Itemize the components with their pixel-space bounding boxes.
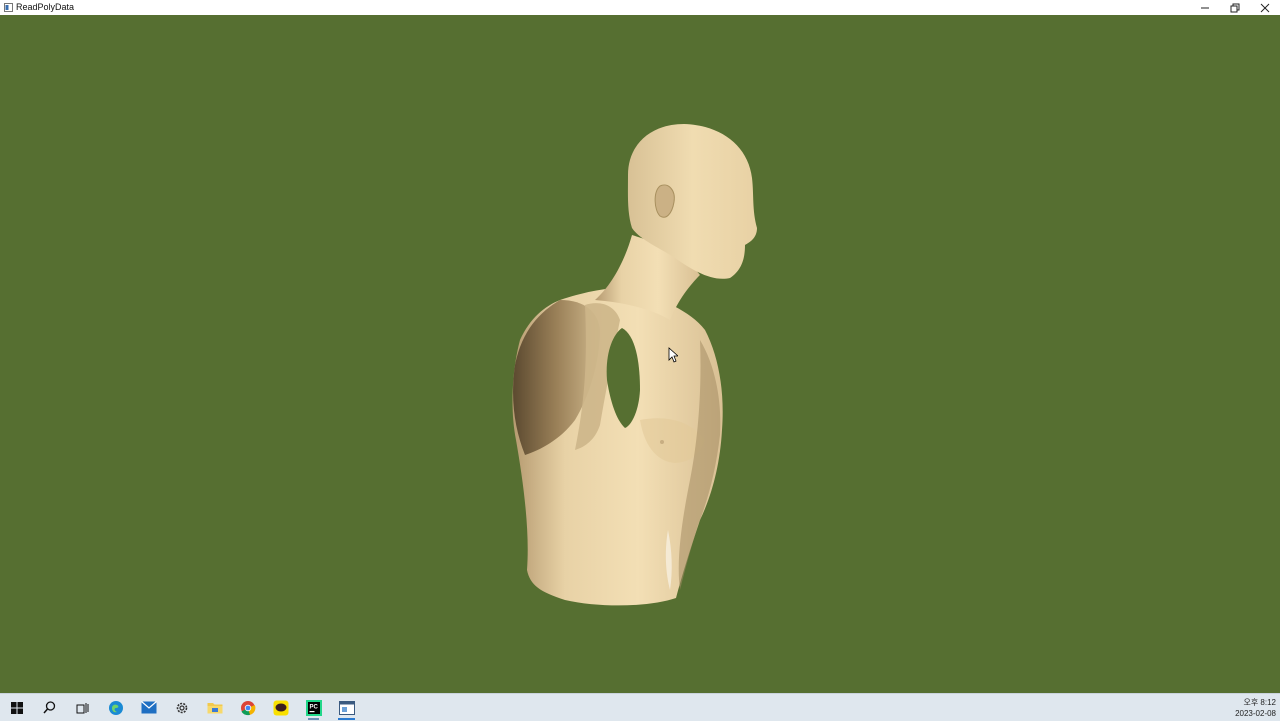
file-explorer-button[interactable] [198, 694, 231, 721]
window-title: ReadPolyData [16, 2, 75, 12]
task-view-button[interactable] [66, 694, 99, 721]
edge-button[interactable] [99, 694, 132, 721]
clock-date: 2023-02-08 [1235, 708, 1276, 718]
window-title-bar[interactable]: ReadPolyData [0, 0, 1280, 15]
search-icon [43, 701, 56, 714]
folder-icon [207, 703, 222, 714]
search-button[interactable] [33, 694, 66, 721]
pycharm-icon: PC [305, 699, 322, 716]
taskbar: PC 오후 8:12 2023-02-08 [0, 693, 1280, 721]
pycharm-button[interactable]: PC [297, 694, 330, 721]
edge-icon [108, 700, 123, 715]
close-button[interactable] [1250, 0, 1280, 15]
minimize-icon [1201, 7, 1209, 8]
start-button[interactable] [0, 694, 33, 721]
windows-logo-icon [10, 701, 23, 714]
chrome-button[interactable] [231, 694, 264, 721]
chrome-icon [240, 700, 255, 715]
render-viewport[interactable] [0, 15, 1280, 693]
readpolydata-button[interactable] [330, 694, 363, 721]
svg-text:PC: PC [309, 704, 318, 710]
minimize-button[interactable] [1190, 0, 1220, 15]
app-icon [3, 3, 13, 13]
app-window-icon [338, 700, 355, 715]
restore-button[interactable] [1220, 0, 1250, 15]
gear-icon [176, 702, 187, 713]
close-icon [1260, 3, 1270, 12]
restore-icon [1230, 3, 1240, 12]
3d-model-render[interactable] [0, 15, 1280, 693]
mail-button[interactable] [132, 694, 165, 721]
settings-button[interactable] [165, 694, 198, 721]
task-view-icon [76, 702, 89, 713]
mail-icon [140, 701, 157, 714]
kakaotalk-button[interactable] [264, 694, 297, 721]
clock-time: 오후 8:12 [1243, 697, 1276, 707]
talk-icon [273, 700, 288, 715]
system-clock[interactable]: 오후 8:12 2023-02-08 [1235, 694, 1276, 721]
